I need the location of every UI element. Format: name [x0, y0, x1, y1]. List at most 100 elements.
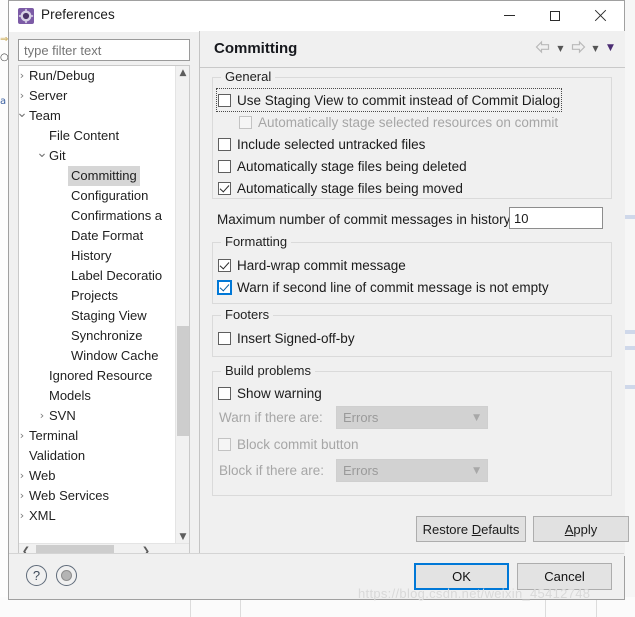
formatting-group-legend: Formatting	[221, 234, 292, 249]
tree-item-label: Git	[49, 148, 66, 163]
apply-button[interactable]: Apply	[533, 516, 629, 542]
tree-item-web-services[interactable]: › Web Services	[19, 486, 177, 506]
checkbox-show-warning[interactable]	[218, 386, 231, 400]
checkbox-row-show-warning[interactable]: Show warning	[218, 383, 322, 403]
checkbox-label-auto-stage-selected: Automatically stage selected resources o…	[258, 114, 559, 130]
tree-item-run-debug[interactable]: › Run/Debug	[19, 66, 177, 86]
back-dropdown-caret-icon[interactable]: ▼	[554, 40, 567, 56]
maximize-button[interactable]	[532, 1, 577, 30]
apply-mnemonic: A	[564, 521, 574, 537]
tree-item-file-content[interactable]: File Content	[19, 126, 177, 146]
close-icon	[594, 10, 606, 22]
tree-item-label: Validation	[29, 448, 86, 463]
tree-item-validation[interactable]: Validation	[19, 446, 177, 466]
tree-item-web[interactable]: › Web	[19, 466, 177, 486]
checkbox-auto-stage-moved[interactable]	[218, 181, 231, 195]
checkbox-label-block-commit: Block commit button	[237, 436, 359, 452]
warn-if-label: Warn if there are:	[219, 409, 323, 425]
max-messages-input[interactable]	[509, 207, 603, 229]
checkbox-auto-stage-deleted[interactable]	[218, 159, 231, 173]
checkbox-block-commit	[218, 437, 231, 451]
preferences-tree[interactable]: ›Run/Debug›Server⌄TeamFile Content⌄GitCo…	[18, 65, 190, 559]
forward-dropdown-caret-icon[interactable]: ▼	[589, 40, 602, 56]
checkbox-label-signed-off-by: Insert Signed-off-by	[237, 330, 355, 346]
tree-item-label: XML	[29, 508, 56, 523]
ok-button[interactable]: OK	[414, 563, 509, 590]
cancel-button[interactable]: Cancel	[517, 563, 612, 590]
checkbox-label-auto-stage-moved: Automatically stage files being moved	[237, 180, 463, 196]
minimize-button[interactable]	[487, 1, 532, 30]
tree-item-models[interactable]: Models	[19, 386, 177, 406]
checkbox-row-include-untracked[interactable]: Include selected untracked files	[218, 134, 425, 154]
background-divider-3	[545, 597, 546, 617]
chevron-down-icon: ▼	[473, 412, 480, 423]
background-glyph-3: a	[0, 96, 7, 107]
checkbox-row-warn-second-line[interactable]: Warn if second line of commit message is…	[218, 277, 549, 297]
block-if-combo-value: Errors	[343, 463, 379, 478]
checkbox-row-hard-wrap[interactable]: Hard-wrap commit message	[218, 255, 406, 275]
tree-item-label: Web Services	[29, 488, 109, 503]
build-problems-group-legend: Build problems	[221, 363, 315, 378]
checkbox-row-auto-stage-deleted[interactable]: Automatically stage files being deleted	[218, 156, 467, 176]
tree-item-terminal[interactable]: › Terminal	[19, 426, 177, 446]
max-messages-label: Maximum number of commit messages in his…	[217, 211, 515, 227]
question-mark-icon[interactable]: ?	[26, 565, 47, 586]
filter-input[interactable]	[18, 39, 190, 61]
tree-item-label-decoratio[interactable]: Label Decoratio	[19, 266, 177, 286]
checkbox-row-use-staging-view[interactable]: Use Staging View to commit instead of Co…	[215, 88, 563, 112]
minimize-icon	[504, 15, 515, 16]
preference-page: Committing ▼ ▼ ▼ General Use Staging Vie…	[199, 31, 629, 556]
checkbox-include-untracked[interactable]	[218, 137, 231, 151]
checkbox-use-staging-view[interactable]	[218, 93, 231, 107]
view-menu-caret-icon[interactable]: ▼	[604, 40, 617, 56]
tree-item-team[interactable]: ⌄Team	[19, 106, 177, 126]
checkbox-label-hard-wrap: Hard-wrap commit message	[237, 257, 406, 273]
checkbox-signed-off-by[interactable]	[218, 331, 231, 345]
tree-item-projects[interactable]: Projects	[19, 286, 177, 306]
tree-item-xml[interactable]: › XML	[19, 506, 177, 526]
checkbox-row-auto-stage-moved[interactable]: Automatically stage files being moved	[218, 178, 463, 198]
tree-item-label: History	[71, 248, 112, 263]
tree-item-configuration[interactable]: Configuration	[19, 186, 177, 206]
tree-item-committing[interactable]: Committing	[19, 166, 177, 186]
tree-item-label: Window Cache	[71, 348, 159, 363]
tree-item-git[interactable]: ⌄ Git	[19, 146, 177, 166]
tree-item-staging-view[interactable]: Staging View	[19, 306, 177, 326]
checkbox-label-show-warning: Show warning	[237, 385, 322, 401]
tree-item-ignored-resource[interactable]: Ignored Resource	[19, 366, 177, 386]
tree-item-history[interactable]: History	[19, 246, 177, 266]
background-divider-1	[190, 597, 191, 617]
footers-group-legend: Footers	[221, 307, 274, 322]
checkbox-label-include-untracked: Include selected untracked files	[237, 136, 426, 152]
circle-icon-dot	[61, 570, 72, 581]
scroll-down-icon[interactable]: ▼	[176, 530, 189, 544]
tree-item-label: Ignored Resource	[49, 368, 153, 383]
tree-item-label: Projects	[71, 288, 118, 303]
tree-vscrollbar-thumb[interactable]	[177, 326, 189, 436]
tree-item-window-cache[interactable]: Window Cache	[19, 346, 177, 366]
chevron-down-icon: ▼	[473, 465, 480, 476]
background-bottom-strip	[0, 597, 635, 617]
tree-item-label: Configuration	[71, 188, 149, 203]
tree-item-label: Synchronize	[71, 328, 143, 343]
tree-item-svn[interactable]: › SVN	[19, 406, 177, 426]
checkbox-row-signed-off-by[interactable]: Insert Signed-off-by	[218, 328, 355, 348]
tree-item-server[interactable]: › Server	[19, 86, 177, 106]
tree-item-label: Terminal	[29, 428, 79, 443]
background-divider-4	[596, 597, 597, 617]
close-button[interactable]	[577, 1, 622, 30]
tree-item-date-format[interactable]: Date Format	[19, 226, 177, 246]
checkbox-hard-wrap[interactable]	[218, 258, 231, 272]
restore-defaults-button[interactable]: Restore Defaults	[416, 516, 526, 542]
checkbox-warn-second-line[interactable]	[218, 280, 231, 294]
back-arrow-icon[interactable]	[534, 40, 552, 56]
page-header: Committing ▼ ▼ ▼	[200, 31, 625, 68]
tree-vertical-scrollbar[interactable]: ▲ ▼	[175, 66, 189, 544]
scroll-up-icon[interactable]: ▲	[176, 66, 189, 80]
tree-item-confirmations-a[interactable]: Confirmations a	[19, 206, 177, 226]
maximize-icon	[549, 10, 560, 21]
forward-arrow-icon[interactable]	[569, 40, 587, 56]
tree-item-synchronize[interactable]: Synchronize	[19, 326, 177, 346]
circle-icon[interactable]	[56, 565, 77, 586]
apply-label: Apply	[564, 521, 598, 537]
